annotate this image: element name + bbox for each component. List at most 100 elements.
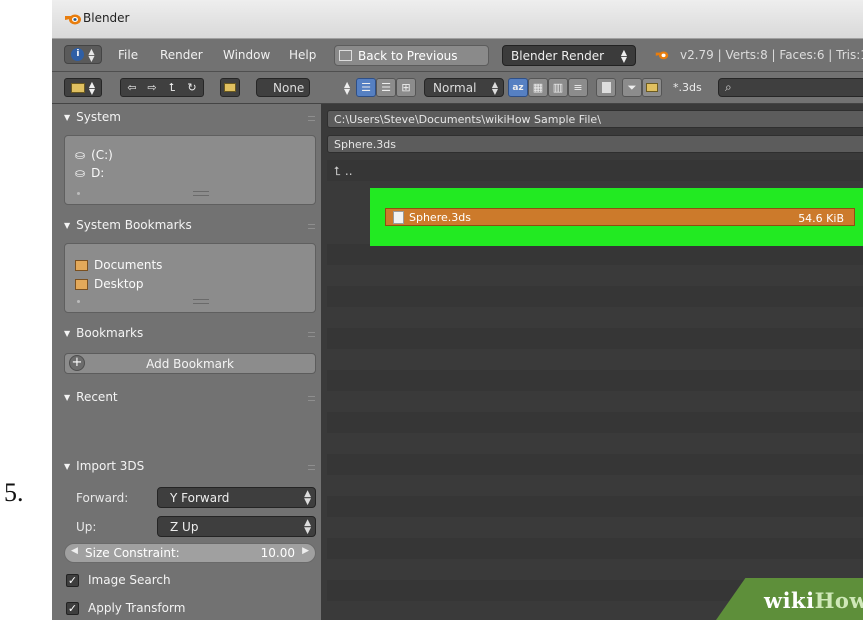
drive-c-label: (C:) [91,148,113,162]
forward-axis-select[interactable]: Y Forward ▲ ▼ [157,487,316,508]
sort-mode-select[interactable]: Normal ▲ ▼ [424,78,504,97]
watermark-how: How [814,588,863,613]
add-bookmark-label: Add Bookmark [146,356,234,371]
parent-directory-row[interactable]: ⮤ .. [334,164,353,179]
sort-by-extension-button[interactable]: ▦ [528,78,548,97]
image-search-checkbox[interactable]: ✓ Image Search [66,573,171,587]
apply-transform-checkbox[interactable]: ✓ Apply Transform [66,601,185,615]
up-axis-select[interactable]: Z Up ▲ ▼ [157,516,316,537]
file-browser-icon [70,82,85,93]
panel-drag-handle[interactable] [308,224,315,229]
editor-type-button[interactable]: i ▲ ▼ [64,45,102,64]
create-directory-button[interactable] [220,78,240,97]
filter-funnel-icon: ⏷ [627,80,637,94]
filter-files-button[interactable]: ⏷ [622,78,642,97]
drive-icon: ⛀ [75,148,86,162]
file-row-background [327,538,863,559]
sort-by-time-button[interactable]: ▥ [548,78,568,97]
recent-panel-header[interactable]: ▼ Recent [64,390,118,404]
info-header: i ▲ ▼ File Render Window Help Back to Pre… [52,39,863,72]
refresh-icon[interactable]: ↻ [182,81,202,94]
blender-logo-icon [65,14,81,25]
folder-icon [646,83,658,92]
sort-az-icon: az [512,82,524,93]
list-resize-handle[interactable] [193,299,209,304]
panel-drag-handle[interactable] [308,332,315,337]
folder-icon [75,259,88,271]
directory-path-input[interactable]: C:\Users\Steve\Documents\wikiHow Sample … [327,110,863,128]
decrement-arrow-icon[interactable]: ◀ [71,546,78,556]
list-item-desktop[interactable]: Desktop [75,277,144,291]
sort-mode-label: Normal [433,80,477,95]
sort-alphabetical-button[interactable]: az [508,78,528,97]
system-bookmarks-list: Documents Desktop [64,243,316,313]
file-row-background [327,244,863,265]
import-3ds-title: Import 3DS [76,459,145,473]
system-panel-title: System [76,110,121,124]
checkmark-icon: ✓ [66,573,79,587]
file-row-background [327,496,863,517]
watermark-wiki: wiki [764,588,815,613]
system-drives-list: ⛀ (C:) ⛀ D: [64,135,316,205]
blender-logo-icon [655,51,669,60]
list-item-drive-c[interactable]: ⛀ (C:) [75,148,113,162]
file-row-sphere[interactable]: Sphere.3ds 54.6 KiB [385,208,855,226]
forward-axis-value: Y Forward [170,490,230,505]
list-resize-handle[interactable] [193,191,209,196]
bookmarks-panel-header[interactable]: ▼ Bookmarks [64,326,143,340]
updown-arrows-icon: ▲ ▼ [620,48,627,64]
sort-time-icon: ▥ [552,81,564,94]
filter-folders-button[interactable] [642,78,662,97]
file-row-background [327,286,863,307]
thumbnail-view-button[interactable]: ⊞ [396,78,416,97]
up-label: Up: [76,520,97,534]
selection-highlight-box: Sphere.3ds 54.6 KiB [370,188,863,246]
drive-d-label: D: [91,166,105,180]
sort-by-size-button[interactable]: ≡ [568,78,588,97]
add-bookmark-button[interactable]: + Add Bookmark [64,353,316,374]
menu-file[interactable]: File [118,48,138,62]
menu-render[interactable]: Render [160,48,203,62]
panel-drag-handle[interactable] [308,465,315,470]
collapse-triangle-icon: ▼ [64,462,71,471]
up-axis-value: Z Up [170,519,199,534]
recent-title: Recent [76,390,118,404]
file-row-background [327,454,863,475]
window-titlebar: Blender [52,0,863,39]
search-filter-input[interactable]: ⌕ [718,78,863,97]
documents-label: Documents [94,258,163,272]
forward-arrow-icon[interactable]: ⇨ [142,81,162,94]
increment-arrow-icon[interactable]: ▶ [302,546,309,556]
panel-drag-handle[interactable] [308,396,315,401]
back-arrow-icon[interactable]: ⇦ [122,81,142,94]
render-engine-select[interactable]: Blender Render ▲ ▼ [502,45,636,66]
fullscreen-back-icon [339,50,352,61]
system-bookmarks-panel-header[interactable]: ▼ System Bookmarks [64,218,192,232]
display-mode-select[interactable]: None [256,78,310,97]
hidden-files-icon [601,82,611,93]
file-row-background [327,412,863,433]
filename-input[interactable]: Sphere.3ds [327,135,863,153]
list-item-documents[interactable]: Documents [75,258,162,272]
import-3ds-panel-header[interactable]: ▼ Import 3DS [64,459,144,473]
file-row-background [327,328,863,349]
folder-icon [75,278,88,290]
checkmark-icon: ✓ [66,601,79,615]
image-search-label: Image Search [88,573,171,587]
watermark-text: wikiHow [764,588,863,613]
parent-directory-icon[interactable]: ⮤ [162,81,182,95]
file-browser-header: ▲▼ ⇦ ⇨ ⮤ ↻ None ▲▼ ☰ ☰ ⊞ Normal ▲▼ az [52,72,863,104]
back-to-previous-button[interactable]: Back to Previous [334,45,489,66]
system-panel-header[interactable]: ▼ System [64,110,121,124]
parent-directory-icon: ⮤ [334,164,342,178]
list-item-drive-d[interactable]: ⛀ D: [75,166,104,180]
panel-drag-handle[interactable] [308,116,315,121]
menu-window[interactable]: Window [223,48,270,62]
size-constraint-field[interactable]: ◀ Size Constraint: 10.00 ▶ [64,543,316,563]
file-browser-sidebar: ▼ System ⛀ (C:) ⛀ D: ▼ System Bookmarks Docu… [52,104,321,620]
short-list-view-button[interactable]: ☰ [356,78,376,97]
detailed-list-view-button[interactable]: ☰ [376,78,396,97]
menu-help[interactable]: Help [289,48,316,62]
editor-type-button[interactable]: ▲ ▼ [64,78,102,97]
show-hidden-button[interactable] [596,78,616,97]
